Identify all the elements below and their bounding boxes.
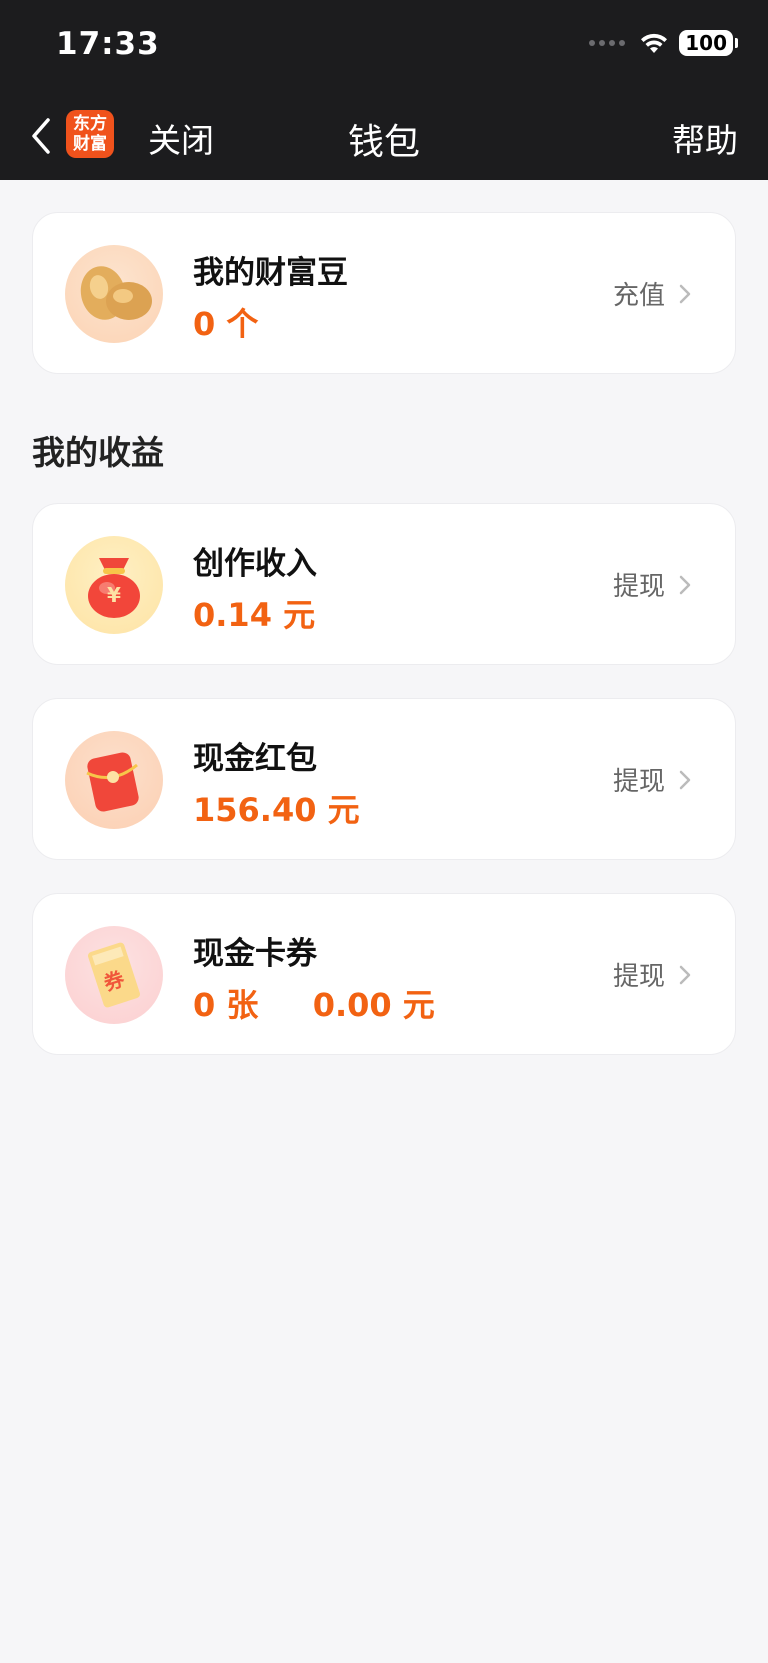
creation-income-unit: 元: [283, 596, 316, 634]
beans-amount: 0 个: [193, 299, 258, 345]
cash-coupon-card[interactable]: 券 现金卡券 0 张 0.00 元 提现: [32, 893, 736, 1055]
beans-title: 我的财富豆: [193, 255, 348, 291]
svg-text:¥: ¥: [107, 583, 121, 607]
cash-coupon-count-unit: 张: [226, 986, 259, 1024]
creation-income-value: 0.14: [193, 596, 272, 634]
battery-icon: 100: [679, 30, 738, 56]
chevron-right-icon: [679, 965, 691, 984]
help-button[interactable]: 帮助: [672, 114, 738, 162]
battery-level: 100: [679, 30, 733, 56]
page-title: 钱包: [347, 122, 420, 163]
earnings-section-title: 我的收益: [32, 433, 164, 472]
chevron-right-icon: [679, 575, 691, 594]
cash-red-packet-unit: 元: [327, 791, 360, 829]
status-time: 17:33: [56, 26, 160, 62]
withdraw-red-packet-button[interactable]: 提现: [613, 761, 691, 798]
creation-income-title: 创作收入: [193, 546, 317, 582]
withdraw-label: 提现: [612, 767, 665, 797]
cash-red-packet-value: 156.40: [193, 791, 317, 829]
cash-coupon-title: 现金卡券: [193, 936, 317, 972]
chevron-right-icon: [679, 770, 691, 789]
creation-income-amount: 0.14 元: [193, 590, 315, 636]
beans-count: 0: [193, 305, 216, 343]
status-icons: 100: [589, 30, 738, 56]
recharge-label: 充值: [612, 281, 665, 311]
money-bag-icon: ¥: [65, 536, 163, 634]
withdraw-label: 提现: [612, 962, 665, 992]
withdraw-coupon-button[interactable]: 提现: [613, 956, 691, 993]
beans-unit: 个: [226, 305, 259, 343]
chevron-right-icon: [679, 284, 691, 303]
cash-coupon-unit: 元: [402, 986, 435, 1024]
recharge-button[interactable]: 充值: [613, 275, 691, 312]
red-envelope-icon: [65, 731, 163, 829]
beans-icon: [65, 245, 163, 343]
withdraw-creation-income-button[interactable]: 提现: [613, 566, 691, 603]
cash-red-packet-title: 现金红包: [193, 741, 317, 777]
signal-icon: [589, 40, 626, 46]
cash-coupon-amount: 0 张 0.00 元: [193, 980, 435, 1026]
cash-red-packet-amount: 156.40 元: [193, 785, 360, 831]
withdraw-label: 提现: [612, 572, 665, 602]
creation-income-card[interactable]: ¥ 创作收入 0.14 元 提现: [32, 503, 736, 665]
beans-card[interactable]: 我的财富豆 0 个 充值: [32, 212, 736, 374]
cash-red-packet-card[interactable]: 现金红包 156.40 元 提现: [32, 698, 736, 860]
top-bar: 17:33 100 东方 财富 关闭 钱包 帮助: [0, 0, 768, 180]
cash-coupon-count: 0: [193, 986, 216, 1024]
coupon-icon: 券: [65, 926, 163, 1024]
wifi-icon: [641, 33, 668, 53]
cash-coupon-value: 0.00: [312, 986, 392, 1024]
